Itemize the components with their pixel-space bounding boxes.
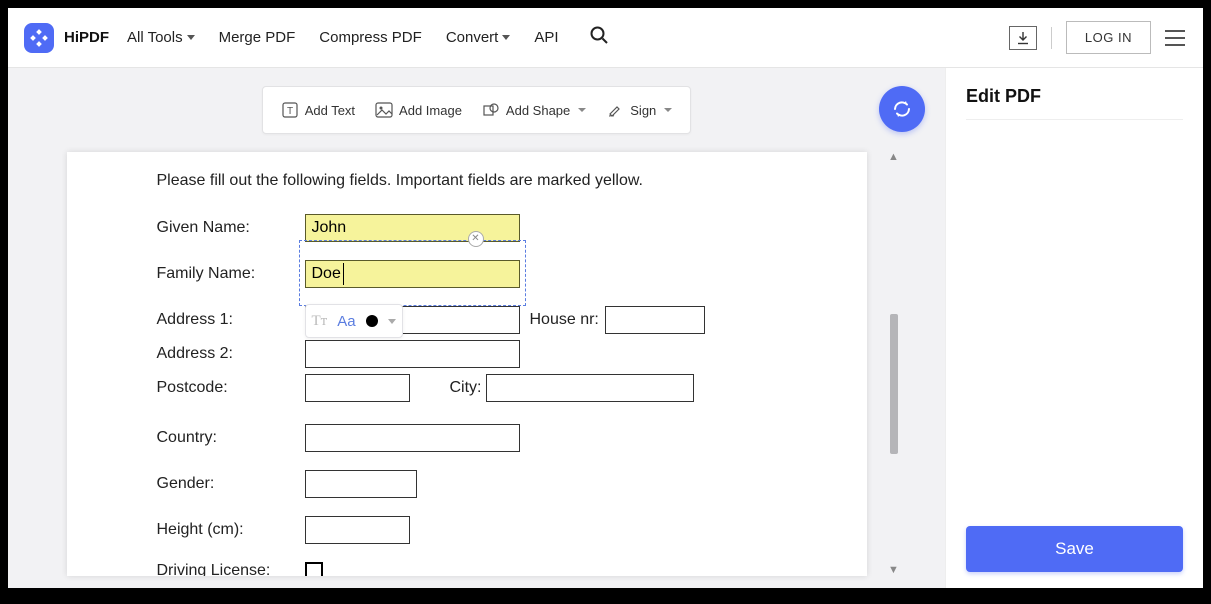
height-label: Height (cm): [157, 521, 305, 539]
save-button[interactable]: Save [966, 526, 1183, 572]
text-color-button[interactable] [366, 315, 378, 327]
header-bar: HiPDF All Tools Merge PDF Compress PDF C… [8, 8, 1203, 68]
right-panel: Edit PDF Save [945, 68, 1203, 588]
driving-license-label: Driving License: [157, 562, 305, 576]
nav-all-tools-label: All Tools [127, 29, 183, 46]
add-shape-label: Add Shape [506, 103, 570, 118]
gender-label: Gender: [157, 475, 305, 493]
chevron-down-icon [388, 319, 396, 324]
download-button[interactable] [1009, 26, 1037, 50]
download-icon [1016, 31, 1030, 45]
selection-close-button[interactable]: ✕ [468, 231, 484, 247]
nav-convert[interactable]: Convert [446, 29, 511, 46]
city-field[interactable] [486, 374, 694, 402]
pdf-page: Please fill out the following fields. Im… [67, 152, 867, 576]
refresh-icon [891, 98, 913, 120]
city-label: City: [450, 379, 482, 397]
text-format-toolbar: Tт Aa [305, 304, 403, 338]
text-icon: T [281, 101, 299, 119]
sign-icon [606, 101, 624, 119]
given-name-field[interactable] [305, 214, 520, 242]
given-name-label: Given Name: [157, 219, 305, 237]
address2-label: Address 2: [157, 345, 305, 363]
add-image-button[interactable]: Add Image [365, 87, 472, 133]
refresh-button[interactable] [879, 86, 925, 132]
font-family-button[interactable]: Tт [312, 313, 328, 330]
search-button[interactable] [589, 25, 609, 50]
nav-merge-pdf[interactable]: Merge PDF [219, 29, 296, 46]
nav-convert-label: Convert [446, 29, 499, 46]
nav-all-tools[interactable]: All Tools [127, 29, 195, 46]
nav-api[interactable]: API [534, 29, 558, 46]
shape-icon [482, 101, 500, 119]
chevron-down-icon [578, 108, 586, 112]
add-image-label: Add Image [399, 103, 462, 118]
chevron-down-icon [187, 35, 195, 40]
nav-compress-pdf[interactable]: Compress PDF [319, 29, 422, 46]
panel-title: Edit PDF [966, 86, 1183, 120]
country-field[interactable] [305, 424, 520, 452]
sign-button[interactable]: Sign [596, 87, 682, 133]
edit-toolbar: T Add Text Add Image Add Shape [262, 86, 692, 134]
editor-canvas: T Add Text Add Image Add Shape [8, 68, 945, 588]
scrollbar-thumb[interactable] [890, 314, 898, 454]
sign-label: Sign [630, 103, 656, 118]
house-nr-field[interactable] [605, 306, 705, 334]
add-text-button[interactable]: T Add Text [271, 87, 365, 133]
svg-text:T: T [287, 106, 293, 117]
search-icon [589, 25, 609, 45]
chevron-down-icon [502, 35, 510, 40]
text-cursor [343, 263, 344, 285]
driving-license-checkbox[interactable] [305, 562, 323, 576]
instruction-text: Please fill out the following fields. Im… [157, 172, 839, 190]
chevron-down-icon [664, 108, 672, 112]
nav-merge-label: Merge PDF [219, 29, 296, 46]
font-style-button[interactable]: Aa [337, 313, 355, 330]
scroll-up-arrow-icon: ▲ [887, 152, 901, 163]
family-name-field[interactable] [305, 260, 520, 288]
app-logo [24, 23, 54, 53]
country-label: Country: [157, 429, 305, 447]
height-field[interactable] [305, 516, 410, 544]
address1-label: Address 1: [157, 311, 305, 329]
nav-compress-label: Compress PDF [319, 29, 422, 46]
scroll-down-arrow-icon: ▼ [887, 565, 901, 576]
address2-field[interactable] [305, 340, 520, 368]
image-icon [375, 101, 393, 119]
postcode-label: Postcode: [157, 379, 305, 397]
nav-api-label: API [534, 29, 558, 46]
page-scrollbar[interactable]: ▲ ▼ [887, 152, 901, 576]
vertical-divider [1051, 27, 1052, 49]
menu-button[interactable] [1165, 30, 1185, 46]
house-nr-label: House nr: [530, 311, 599, 329]
brand-name: HiPDF [64, 29, 109, 46]
gender-field[interactable] [305, 470, 417, 498]
add-shape-button[interactable]: Add Shape [472, 87, 596, 133]
family-name-label: Family Name: [157, 265, 305, 283]
add-text-label: Add Text [305, 103, 355, 118]
login-button[interactable]: LOG IN [1066, 21, 1151, 54]
postcode-field[interactable] [305, 374, 410, 402]
